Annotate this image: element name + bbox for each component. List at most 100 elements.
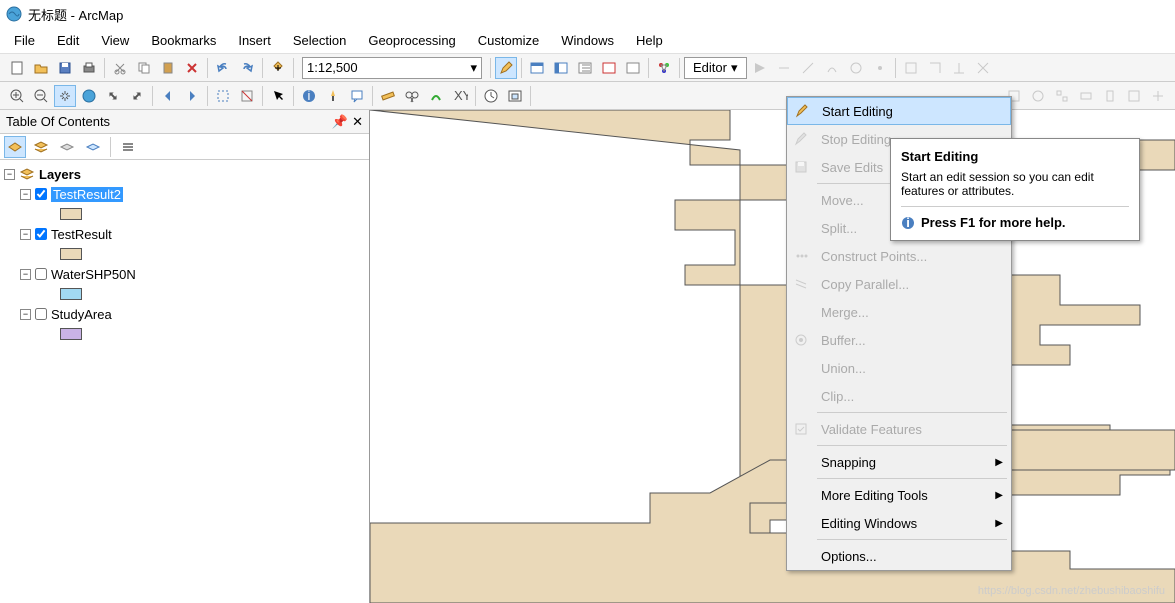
measure-button[interactable]	[377, 85, 399, 107]
menu-windows[interactable]: Windows	[561, 33, 614, 48]
layer-checkbox[interactable]	[35, 268, 47, 280]
window-button-2[interactable]	[550, 57, 572, 79]
validate-icon	[791, 422, 811, 436]
menu-item-start-editing[interactable]: Start Editing	[787, 97, 1011, 125]
layer-checkbox[interactable]	[35, 228, 47, 240]
collapse-icon[interactable]: −	[4, 169, 15, 180]
hyperlink-button[interactable]	[322, 85, 344, 107]
open-button[interactable]	[30, 57, 52, 79]
layer-checkbox[interactable]	[35, 188, 47, 200]
python-button[interactable]	[622, 57, 644, 79]
list-by-visibility-button[interactable]	[56, 136, 78, 158]
menu-selection[interactable]: Selection	[293, 33, 346, 48]
layer-name[interactable]: StudyArea	[51, 307, 112, 322]
layer-item[interactable]: − TestResult2	[4, 184, 365, 204]
time-slider-button[interactable]	[480, 85, 502, 107]
window-button-1[interactable]	[526, 57, 548, 79]
topology-tool-5	[1099, 85, 1121, 107]
layer-checkbox[interactable]	[35, 308, 47, 320]
save-button[interactable]	[54, 57, 76, 79]
collapse-icon[interactable]: −	[20, 229, 31, 240]
copy-button[interactable]	[133, 57, 155, 79]
edit-tool-1	[749, 57, 771, 79]
layer-swatch-row	[4, 244, 365, 264]
select-features-button[interactable]	[212, 85, 234, 107]
model-builder-button[interactable]	[653, 57, 675, 79]
new-button[interactable]	[6, 57, 28, 79]
svg-text:i: i	[906, 216, 910, 230]
layer-name[interactable]: TestResult2	[51, 187, 123, 202]
cut-button[interactable]	[109, 57, 131, 79]
collapse-icon[interactable]: −	[20, 309, 31, 320]
collapse-icon[interactable]: −	[20, 189, 31, 200]
menu-item-union: Union...	[787, 354, 1011, 382]
paste-button[interactable]	[157, 57, 179, 79]
undo-button[interactable]	[212, 57, 234, 79]
menu-item-more-editing-tools[interactable]: More Editing Tools▶	[787, 481, 1011, 509]
zoom-in-button[interactable]	[6, 85, 28, 107]
menu-help[interactable]: Help	[636, 33, 663, 48]
clear-selection-button[interactable]	[236, 85, 258, 107]
menu-item-options[interactable]: Options...	[787, 542, 1011, 570]
fixed-zoom-out[interactable]	[126, 85, 148, 107]
collapse-icon[interactable]: −	[20, 269, 31, 280]
menu-bookmarks[interactable]: Bookmarks	[151, 33, 216, 48]
menu-item-label: Snapping	[821, 455, 876, 470]
options-button[interactable]	[117, 136, 139, 158]
edit-tool-6	[869, 57, 891, 79]
list-by-source-button[interactable]	[30, 136, 52, 158]
identify-button[interactable]: i	[298, 85, 320, 107]
menu-insert[interactable]: Insert	[238, 33, 271, 48]
menu-item-editing-windows[interactable]: Editing Windows▶	[787, 509, 1011, 537]
topology-tool-2	[1027, 85, 1049, 107]
fixed-zoom-in[interactable]	[102, 85, 124, 107]
find-route-button[interactable]	[425, 85, 447, 107]
menu-customize[interactable]: Customize	[478, 33, 539, 48]
layer-name[interactable]: TestResult	[51, 227, 112, 242]
scale-input[interactable]: 1:12,500 ▾	[302, 57, 482, 79]
edit-tool-7	[900, 57, 922, 79]
menu-item-label: Save Edits	[821, 160, 883, 175]
forward-button[interactable]	[181, 85, 203, 107]
menu-file[interactable]: File	[14, 33, 35, 48]
menubar: File Edit View Bookmarks Insert Selectio…	[0, 28, 1175, 54]
menu-item-snapping[interactable]: Snapping▶	[787, 448, 1011, 476]
catalog-button[interactable]	[574, 57, 596, 79]
list-by-selection-button[interactable]	[82, 136, 104, 158]
full-extent-button[interactable]	[78, 85, 100, 107]
tree-root[interactable]: − Layers	[4, 164, 365, 184]
menu-item-label: Split...	[821, 221, 857, 236]
menu-geoprocessing[interactable]: Geoprocessing	[368, 33, 455, 48]
editor-dropdown-button[interactable]: Editor ▾	[684, 57, 747, 79]
menu-item-label: More Editing Tools	[821, 488, 928, 503]
pin-icon[interactable]: 📌	[332, 114, 348, 130]
zoom-out-button[interactable]	[30, 85, 52, 107]
html-popup-button[interactable]	[346, 85, 368, 107]
back-button[interactable]	[157, 85, 179, 107]
buffer-icon	[791, 333, 811, 347]
delete-button[interactable]	[181, 57, 203, 79]
goto-xy-button[interactable]: XY	[449, 85, 471, 107]
close-icon[interactable]: ✕	[352, 114, 363, 130]
editor-toolbar-button[interactable]	[495, 57, 517, 79]
layer-name[interactable]: WaterSHP50N	[51, 267, 136, 282]
list-by-drawing-order-button[interactable]	[4, 136, 26, 158]
menu-view[interactable]: View	[101, 33, 129, 48]
viewer-window-button[interactable]	[504, 85, 526, 107]
layer-item[interactable]: − TestResult	[4, 224, 365, 244]
find-button[interactable]	[401, 85, 423, 107]
info-icon: i	[901, 216, 915, 230]
print-button[interactable]	[78, 57, 100, 79]
pan-button[interactable]	[54, 85, 76, 107]
layer-item[interactable]: − StudyArea	[4, 304, 365, 324]
redo-button[interactable]	[236, 57, 258, 79]
tooltip-body: Start an edit session so you can edit fe…	[901, 170, 1129, 198]
select-elements-button[interactable]	[267, 85, 289, 107]
search-button[interactable]	[598, 57, 620, 79]
submenu-arrow-icon: ▶	[995, 518, 1003, 529]
save-icon	[791, 160, 811, 174]
menu-edit[interactable]: Edit	[57, 33, 79, 48]
layer-item[interactable]: − WaterSHP50N	[4, 264, 365, 284]
add-data-button[interactable]	[267, 57, 289, 79]
layer-swatch-row	[4, 324, 365, 344]
